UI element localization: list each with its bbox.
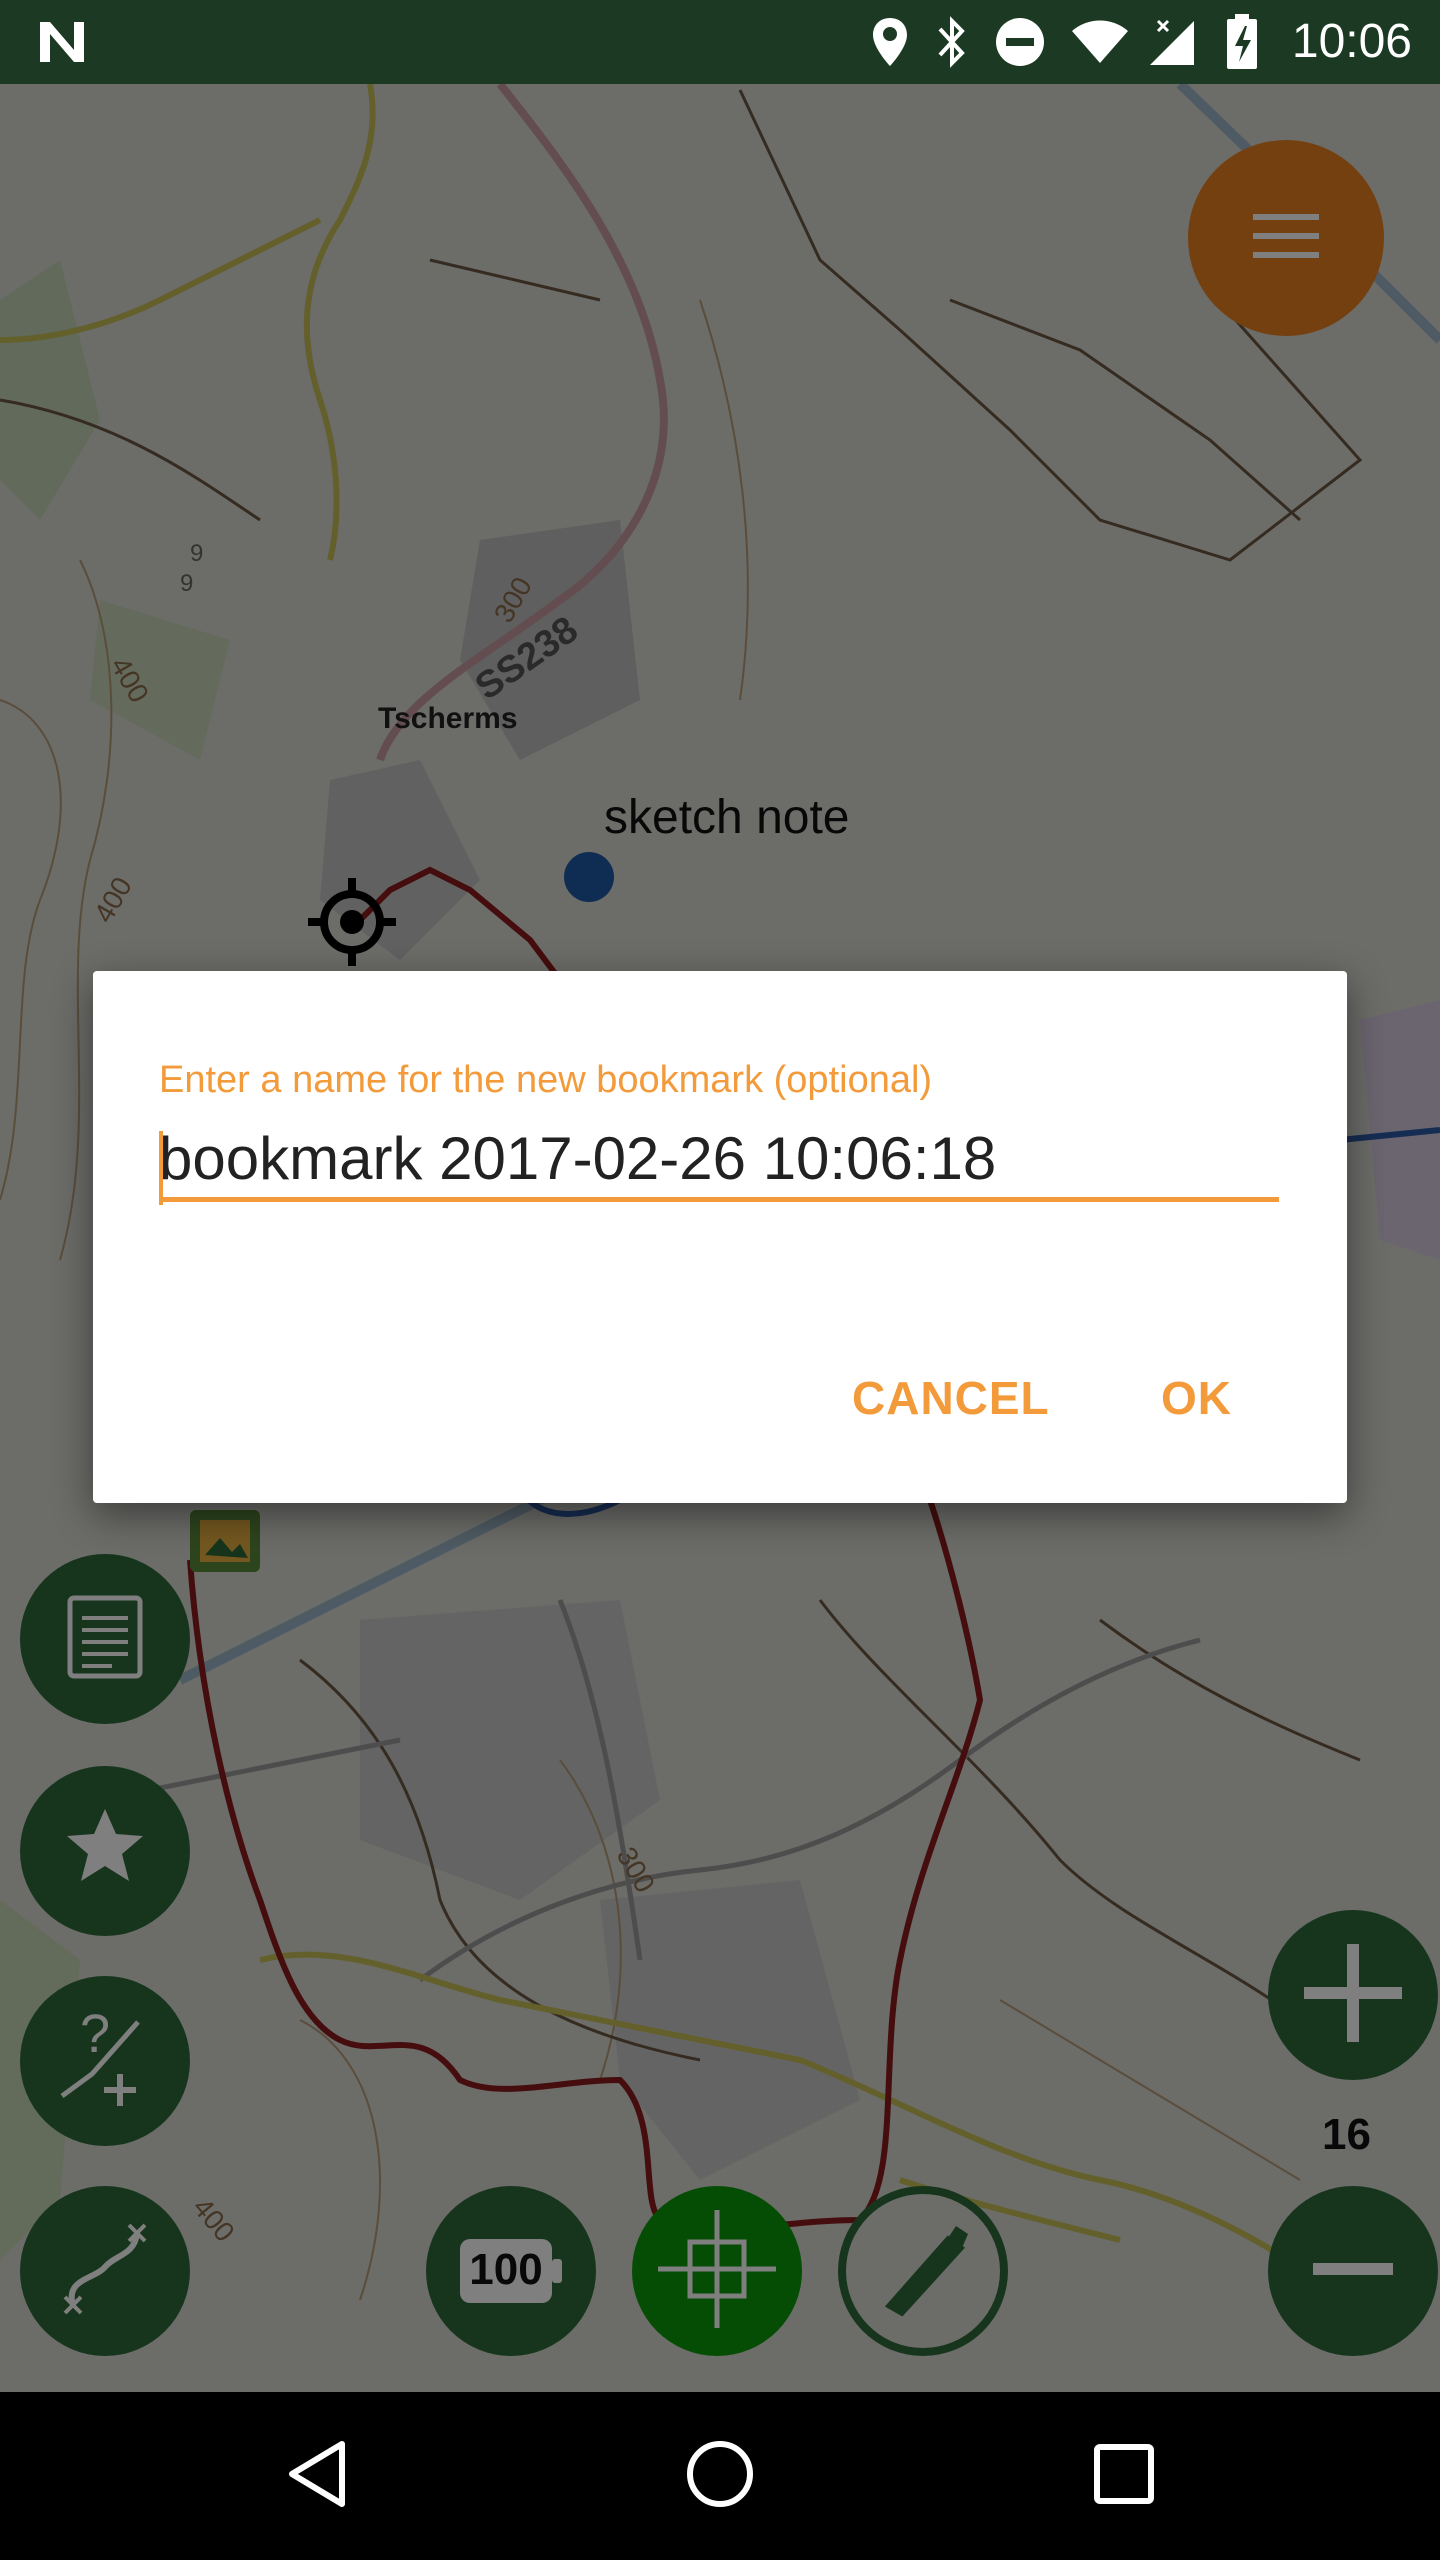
navigation-bar <box>0 2392 1440 2560</box>
wifi-icon <box>1068 0 1132 84</box>
back-triangle-icon <box>284 2438 348 2515</box>
dialog-prompt: Enter a name for the new bookmark (optio… <box>159 1059 933 1101</box>
status-bar: 10:06 <box>0 0 1440 84</box>
recents-button[interactable] <box>1044 2392 1204 2560</box>
location-icon <box>862 0 918 84</box>
cellular-no-data-icon <box>1144 0 1200 84</box>
new-bookmark-dialog: Enter a name for the new bookmark (optio… <box>93 971 1347 1503</box>
ok-button[interactable]: OK <box>1161 1371 1232 1425</box>
recents-square-icon <box>1092 2442 1156 2511</box>
back-button[interactable] <box>236 2392 396 2560</box>
text-cursor <box>159 1131 163 1205</box>
bookmark-name-input[interactable] <box>159 1119 1279 1202</box>
home-button[interactable] <box>640 2392 800 2560</box>
notification-n-icon <box>30 0 94 84</box>
cancel-button[interactable]: CANCEL <box>852 1371 1050 1425</box>
battery-charging-icon <box>1218 0 1266 84</box>
bluetooth-icon <box>924 0 980 84</box>
status-time: 10:06 <box>1291 15 1412 68</box>
do-not-disturb-icon <box>990 0 1050 84</box>
home-circle-icon <box>684 2438 756 2515</box>
